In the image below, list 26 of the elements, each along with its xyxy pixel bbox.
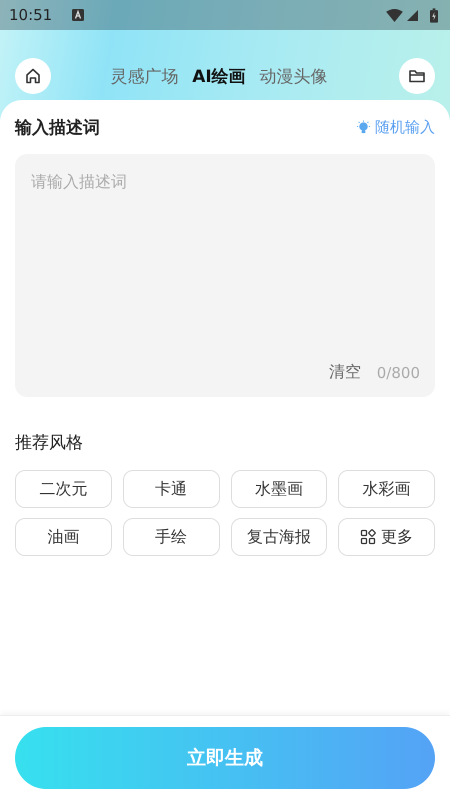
more-button[interactable]: 更多: [338, 518, 435, 556]
tab[interactable]: 动漫头像: [260, 64, 328, 88]
home-icon: [23, 66, 43, 86]
bulb-icon: [356, 120, 371, 134]
status-time: 10:51: [9, 6, 52, 24]
style-chip[interactable]: 油画: [15, 518, 112, 556]
description-input[interactable]: 请输入描述词 清空 0/800: [15, 154, 435, 397]
style-chip[interactable]: 二次元: [15, 470, 112, 508]
battery-icon: [430, 8, 438, 22]
signal-icon: [407, 10, 418, 20]
home-button[interactable]: [15, 58, 51, 94]
section-title: 输入描述词: [15, 116, 100, 138]
folder-button[interactable]: [399, 58, 435, 94]
style-chip[interactable]: 水彩画: [338, 470, 435, 508]
style-chip[interactable]: 卡通: [122, 470, 220, 508]
notification-icon: [72, 9, 84, 21]
wifi-icon: [386, 8, 403, 22]
style-chip[interactable]: 水墨画: [230, 470, 328, 508]
clear-button[interactable]: 清空: [328, 362, 361, 383]
section-title: 推荐风格: [15, 432, 84, 454]
tab[interactable]: AI绘画: [192, 64, 246, 88]
style-chip[interactable]: 复古海报: [230, 518, 328, 556]
grid-icon: [360, 529, 376, 545]
character-counter: 0/800: [376, 364, 420, 382]
style-chip[interactable]: 手绘: [122, 518, 220, 556]
tab[interactable]: 灵感广场: [110, 64, 178, 88]
